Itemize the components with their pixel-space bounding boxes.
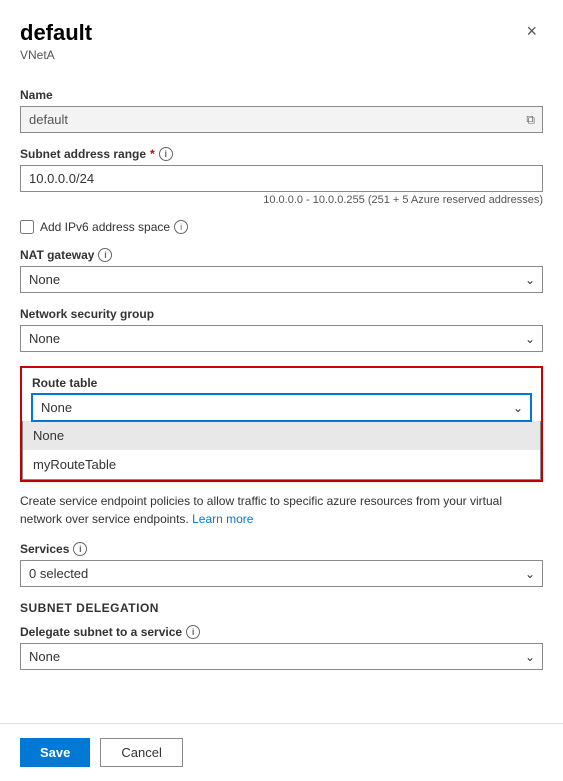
name-input[interactable] (20, 106, 543, 133)
services-select-wrapper: 0 selected ⌄ (20, 560, 543, 587)
delegation-heading: SUBNET DELEGATION (20, 601, 543, 615)
delegate-info-icon[interactable]: i (186, 625, 200, 639)
route-field-group: Route table None myRouteTable ⌄ (32, 376, 531, 421)
nat-select[interactable]: None (20, 266, 543, 293)
panel-title: default (20, 20, 92, 46)
services-info-icon[interactable]: i (73, 542, 87, 556)
panel-subtitle: VNetA (20, 48, 92, 62)
subnet-info-icon[interactable]: i (159, 147, 173, 161)
panel-header: default VNetA × (0, 0, 563, 72)
nsg-select[interactable]: None (20, 325, 543, 352)
service-endpoint-text: Create service endpoint policies to allo… (20, 492, 543, 528)
close-button[interactable]: × (520, 20, 543, 42)
subnet-input-wrapper (20, 165, 543, 192)
delegate-select-wrapper: None ⌄ (20, 643, 543, 670)
save-button[interactable]: Save (20, 738, 90, 767)
nsg-field-group: Network security group None ⌄ (20, 307, 543, 352)
services-select[interactable]: 0 selected (20, 560, 543, 587)
copy-icon[interactable]: ⧉ (526, 112, 535, 127)
nsg-label: Network security group (20, 307, 543, 321)
subnet-label: Subnet address range * i (20, 147, 543, 161)
route-dropdown-list: None myRouteTable (22, 421, 541, 480)
ipv6-checkbox[interactable] (20, 220, 34, 234)
route-select-wrapper: None myRouteTable ⌄ (32, 394, 531, 421)
delegate-select[interactable]: None (20, 643, 543, 670)
learn-more-link[interactable]: Learn more (192, 512, 253, 526)
route-label: Route table (32, 376, 531, 390)
required-marker: * (150, 147, 155, 161)
panel-footer: Save Cancel (0, 723, 563, 781)
name-input-wrapper: ⧉ (20, 106, 543, 133)
nsg-select-wrapper: None ⌄ (20, 325, 543, 352)
ipv6-row: Add IPv6 address space i (20, 220, 543, 234)
route-table-section: Route table None myRouteTable ⌄ None myR… (20, 366, 543, 482)
route-option-myroutetable[interactable]: myRouteTable (23, 450, 540, 479)
name-field-group: Name ⧉ (20, 88, 543, 133)
route-option-none[interactable]: None (23, 421, 540, 450)
subnet-field-group: Subnet address range * i 10.0.0.0 - 10.0… (20, 147, 543, 206)
ipv6-info-icon[interactable]: i (174, 220, 188, 234)
services-label: Services i (20, 542, 543, 556)
subnet-panel: default VNetA × Name ⧉ Subnet address ra… (0, 0, 563, 781)
panel-body: Name ⧉ Subnet address range * i 10.0.0.0… (0, 72, 563, 723)
nat-select-wrapper: None ⌄ (20, 266, 543, 293)
nat-field-group: NAT gateway i None ⌄ (20, 248, 543, 293)
title-block: default VNetA (20, 20, 92, 62)
delegation-section: SUBNET DELEGATION Delegate subnet to a s… (20, 601, 543, 670)
route-select[interactable]: None myRouteTable (32, 394, 531, 421)
cancel-button[interactable]: Cancel (100, 738, 182, 767)
nat-info-icon[interactable]: i (98, 248, 112, 262)
name-label: Name (20, 88, 543, 102)
delegate-label: Delegate subnet to a service i (20, 625, 543, 639)
subnet-hint: 10.0.0.0 - 10.0.0.255 (251 + 5 Azure res… (20, 194, 543, 206)
subnet-input[interactable] (20, 165, 543, 192)
services-field-group: Services i 0 selected ⌄ (20, 542, 543, 587)
nat-label: NAT gateway i (20, 248, 543, 262)
ipv6-label: Add IPv6 address space i (40, 220, 188, 234)
